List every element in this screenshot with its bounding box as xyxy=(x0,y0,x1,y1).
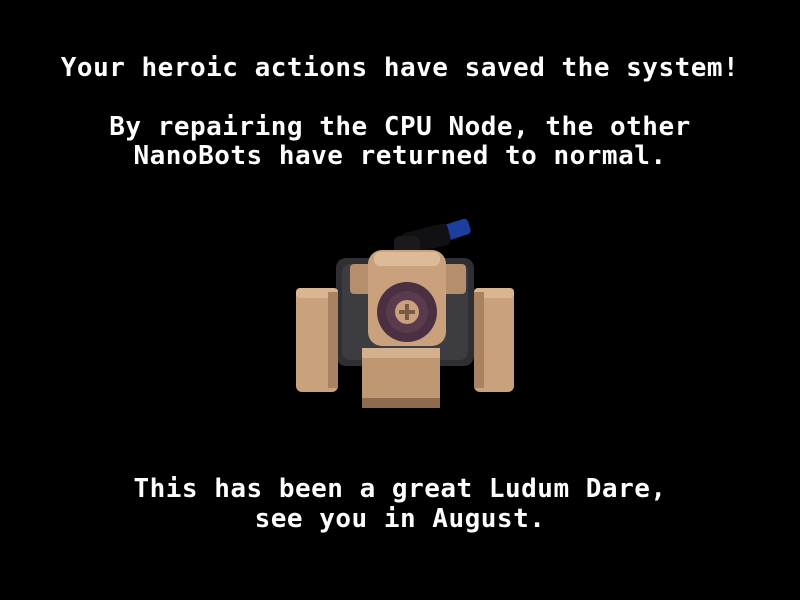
nanobot-robot-icon xyxy=(296,218,514,408)
story-text-line-1: By repairing the CPU Node, the other xyxy=(109,112,691,142)
ending-screen: Your heroic actions have saved the syste… xyxy=(0,0,800,600)
closing-text-line-2: see you in August. xyxy=(254,504,546,534)
story-text-line-2: NanoBots have returned to normal. xyxy=(133,141,667,171)
closing-text-line-1: This has been a great Ludum Dare, xyxy=(133,474,667,504)
headline-text: Your heroic actions have saved the syste… xyxy=(60,53,740,83)
